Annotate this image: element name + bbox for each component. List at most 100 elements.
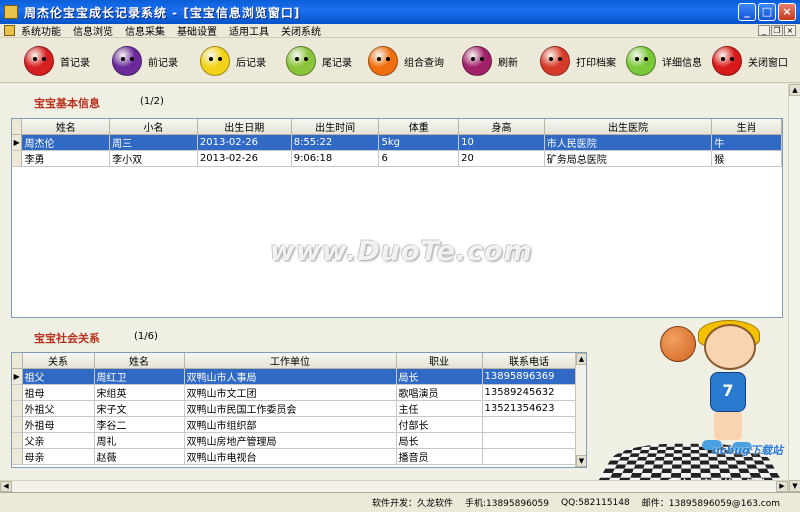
print-archive-button[interactable]: 打印档案 [540,43,616,79]
table-cell[interactable]: 9:06:18 [291,150,380,167]
table-cell[interactable]: 双鸭山市组织部 [184,416,397,433]
scroll-down-arrow[interactable]: ▼ [789,480,800,492]
row-indicator[interactable] [12,400,23,417]
mdi-close-button[interactable]: × [784,25,796,36]
table-cell[interactable]: 13521354623 [482,400,577,417]
table-cell[interactable]: 周礼 [94,432,185,449]
table-cell[interactable]: 祖父 [22,368,95,385]
scroll-left-arrow[interactable]: ◀ [0,481,12,492]
table-row[interactable]: ▶ 祖父 周红卫 双鸭山市人事局 局长 13895896369 [12,368,577,385]
mdi-restore-button[interactable]: ❐ [771,25,783,36]
table-cell[interactable]: 2013-02-26 [197,150,292,167]
table-cell[interactable]: 2013-02-26 [197,134,292,151]
table-row[interactable]: 外祖母 李谷二 双鸭山市组织部 付部长 [12,416,577,433]
baby-info-grid[interactable]: 姓名 小名 出生日期 出生时间 体重 身高 出生医院 生肖 ▶ 周杰伦 周三 2013-02-26 8… [11,118,783,318]
table-cell[interactable]: 父亲 [22,432,95,449]
table-cell[interactable]: 宋子文 [94,400,185,417]
table-cell[interactable] [482,432,577,449]
row-indicator[interactable] [12,150,23,167]
scroll-up-arrow[interactable]: ▲ [576,353,586,365]
column-header[interactable]: 工作单位 [184,353,397,369]
minimize-button[interactable]: _ [738,3,756,21]
main-vertical-scrollbar[interactable]: ▲ ▼ [788,84,800,492]
first-record-button[interactable]: 首记录 [24,43,90,79]
column-header[interactable]: 关系 [22,353,95,369]
menu-close-system[interactable]: 关闭系统 [275,23,327,38]
table-row[interactable]: 父亲 周礼 双鸭山房地产管理局 局长 [12,432,577,449]
table-cell[interactable]: 6 [378,150,460,167]
table-row[interactable]: 外祖父 宋子文 双鸭山市民国工作委员会 主任 13521354623 [12,400,577,417]
maximize-button[interactable]: □ [758,3,776,21]
row-indicator[interactable] [12,432,23,449]
table-cell[interactable]: 局长 [396,368,483,385]
table-cell[interactable]: 牛 [711,134,782,151]
prev-record-button[interactable]: 前记录 [112,43,178,79]
mdi-minimize-button[interactable]: _ [758,25,770,36]
table-cell[interactable]: 13895896369 [482,368,577,385]
table-cell[interactable]: 8:55:22 [291,134,380,151]
table-cell[interactable]: 宋组英 [94,384,185,401]
table-row[interactable]: ▶ 周杰伦 周三 2013-02-26 8:55:22 5kg 10 市人民医院牛 [12,134,782,151]
table-cell[interactable] [482,416,577,433]
menu-collect[interactable]: 信息采集 [119,23,171,38]
table-row[interactable]: 母亲 赵薇 双鸭山市电视台 播音员 [12,448,577,465]
menu-browse[interactable]: 信息浏览 [67,23,119,38]
table-cell[interactable]: 李小双 [109,150,198,167]
column-header[interactable]: 出生医院 [544,119,713,135]
details-button[interactable]: 详细信息 [626,43,702,79]
row-indicator[interactable] [12,384,23,401]
table-cell[interactable]: 付部长 [396,416,483,433]
table-cell[interactable]: 周红卫 [94,368,185,385]
table-cell[interactable]: 5kg [378,134,460,151]
column-header[interactable]: 联系电话 [482,353,577,369]
menu-tools[interactable]: 适用工具 [223,23,275,38]
scroll-up-arrow[interactable]: ▲ [789,84,800,96]
table-cell[interactable]: 矿务局总医院 [544,150,713,167]
table-cell[interactable]: 猴 [711,150,782,167]
last-record-button[interactable]: 尾记录 [286,43,352,79]
column-header[interactable]: 姓名 [94,353,185,369]
scroll-right-arrow[interactable]: ▶ [776,481,788,492]
table-cell[interactable]: 市人民医院 [544,134,713,151]
refresh-button[interactable]: 刷新 [462,43,518,79]
column-header[interactable]: 姓名 [21,119,111,135]
column-header[interactable]: 生肖 [711,119,782,135]
menu-settings[interactable]: 基础设置 [171,23,223,38]
table-cell[interactable]: 周三 [109,134,198,151]
close-button[interactable]: × [778,3,796,21]
table-cell[interactable]: 主任 [396,400,483,417]
table-cell[interactable]: 赵薇 [94,448,185,465]
table-cell[interactable]: 祖母 [22,384,95,401]
row-indicator[interactable] [12,448,23,465]
column-header[interactable]: 职业 [396,353,483,369]
row-indicator[interactable]: ▶ [12,134,23,151]
combo-query-button[interactable]: 组合查询 [368,43,444,79]
row-indicator[interactable] [12,416,23,433]
table-cell[interactable]: 双鸭山市民国工作委员会 [184,400,397,417]
table-cell[interactable]: 外祖母 [22,416,95,433]
table-cell[interactable]: 母亲 [22,448,95,465]
table-cell[interactable]: 20 [458,150,545,167]
table-cell[interactable]: 外祖父 [22,400,95,417]
social-grid-scrollbar[interactable]: ▲ ▼ [575,353,586,467]
table-cell[interactable]: 10 [458,134,545,151]
column-header[interactable]: 小名 [109,119,198,135]
column-header[interactable]: 出生时间 [291,119,380,135]
table-cell[interactable]: 双鸭山市人事局 [184,368,397,385]
app-icon[interactable] [4,5,18,19]
table-row[interactable]: 李勇 李小双 2013-02-26 9:06:18 6 20 矿务局总医院猴 [12,150,782,167]
table-cell[interactable]: 李勇 [21,150,111,167]
next-record-button[interactable]: 后记录 [200,43,266,79]
table-cell[interactable]: 双鸭山房地产管理局 [184,432,397,449]
table-cell[interactable]: 局长 [396,432,483,449]
table-row[interactable]: 祖母 宋组英 双鸭山市文工团 歌唱演员 13589245632 [12,384,577,401]
table-cell[interactable]: 双鸭山市文工团 [184,384,397,401]
column-header[interactable]: 体重 [378,119,460,135]
column-header[interactable]: 出生日期 [197,119,292,135]
table-cell[interactable] [482,448,577,465]
table-cell[interactable]: 播音员 [396,448,483,465]
menu-system[interactable]: 系统功能 [15,23,67,38]
table-cell[interactable]: 歌唱演员 [396,384,483,401]
column-header[interactable]: 身高 [458,119,545,135]
close-window-button[interactable]: 关闭窗口 [712,43,788,79]
